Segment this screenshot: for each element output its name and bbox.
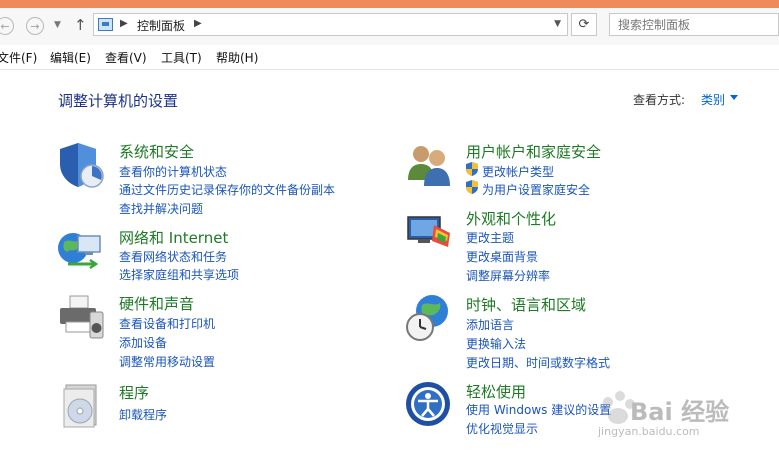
menu-help[interactable]: 帮助(H) [216,49,258,66]
menu-edit[interactable]: 编辑(E) [50,49,91,66]
link-add-language[interactable]: 添加语言 [466,316,514,333]
forward-button[interactable]: → [26,17,44,35]
network-globe-icon[interactable] [56,226,106,276]
link-troubleshoot[interactable]: 查找并解决问题 [119,200,203,217]
link-mobility-settings[interactable]: 调整常用移动设置 [119,353,215,370]
menu-file[interactable]: 文件(F) [0,49,37,66]
link-view-computer-status[interactable]: 查看你的计算机状态 [119,163,227,180]
link-family-safety[interactable]: 为用户设置家庭安全 [482,181,590,198]
breadcrumb-chevron-icon[interactable]: ▶ [194,18,202,29]
refresh-button[interactable]: ⟳ [571,13,597,36]
ease-of-access-icon[interactable] [404,380,454,430]
address-bar[interactable]: ▶ 控制面板 ▶ ▼ [93,13,568,36]
link-optimize-visual-display[interactable]: 优化视觉显示 [466,420,538,437]
printer-speaker-icon[interactable] [56,292,106,342]
page-title: 调整计算机的设置 [58,92,179,110]
category-title[interactable]: 时钟、语言和区域 [466,294,586,315]
menu-bar: 文件(F) 编辑(E) 查看(V) 工具(T) 帮助(H) [0,45,779,70]
control-panel-icon [98,18,113,31]
window-title-bar [0,0,779,8]
link-desktop-background[interactable]: 更改桌面背景 [466,248,538,265]
category-title[interactable]: 网络和 Internet [119,227,228,248]
users-icon[interactable] [404,140,454,190]
link-change-theme[interactable]: 更改主题 [466,229,514,246]
uac-shield-icon [466,180,478,194]
recent-locations-dropdown-icon[interactable]: ▼ [54,20,61,30]
clock-globe-icon[interactable] [404,293,454,343]
up-level-button[interactable]: ↑ [74,16,87,34]
link-network-status[interactable]: 查看网络状态和任务 [119,248,227,265]
navigation-bar: ← → ▼ ↑ ▶ 控制面板 ▶ ▼ ⟳ [0,8,779,45]
menu-view[interactable]: 查看(V) [105,49,147,66]
uac-shield-icon [466,162,478,176]
category-title[interactable]: 程序 [119,382,149,403]
shield-icon[interactable] [56,140,106,190]
menu-tools[interactable]: 工具(T) [161,49,202,66]
link-devices-printers[interactable]: 查看设备和打印机 [119,315,215,332]
link-add-device[interactable]: 添加设备 [119,334,167,351]
link-uninstall-program[interactable]: 卸载程序 [119,406,167,423]
breadcrumb-chevron-icon[interactable]: ▶ [120,18,128,29]
address-dropdown-icon[interactable]: ▼ [554,19,561,29]
view-by-dropdown[interactable]: 类别 [701,91,725,108]
monitor-palette-icon[interactable] [404,207,454,257]
category-title[interactable]: 轻松使用 [466,381,526,402]
category-title[interactable]: 硬件和声音 [119,293,194,314]
programs-disc-icon[interactable] [56,381,106,431]
link-screen-resolution[interactable]: 调整屏幕分辨率 [466,267,550,284]
search-box[interactable] [609,13,779,36]
link-change-input-method[interactable]: 更换输入法 [466,335,526,352]
breadcrumb-control-panel[interactable]: 控制面板 [137,17,185,34]
link-file-history-backup[interactable]: 通过文件历史记录保存你的文件备份副本 [119,181,335,198]
link-homegroup-sharing[interactable]: 选择家庭组和共享选项 [119,266,239,283]
view-by-label: 查看方式: [633,93,686,107]
back-button[interactable]: ← [0,17,14,35]
category-title[interactable]: 外观和个性化 [466,208,556,229]
link-date-time-format[interactable]: 更改日期、时间或数字格式 [466,354,610,371]
view-by-caret-icon[interactable] [730,95,738,100]
link-change-account-type[interactable]: 更改帐户类型 [482,163,554,180]
watermark-text: Bai 经验 [630,398,730,426]
watermark-url: jingyan.baidu.com [598,425,700,438]
category-title[interactable]: 用户帐户和家庭安全 [466,141,601,162]
category-title[interactable]: 系统和安全 [119,141,194,162]
search-input[interactable] [610,14,760,35]
